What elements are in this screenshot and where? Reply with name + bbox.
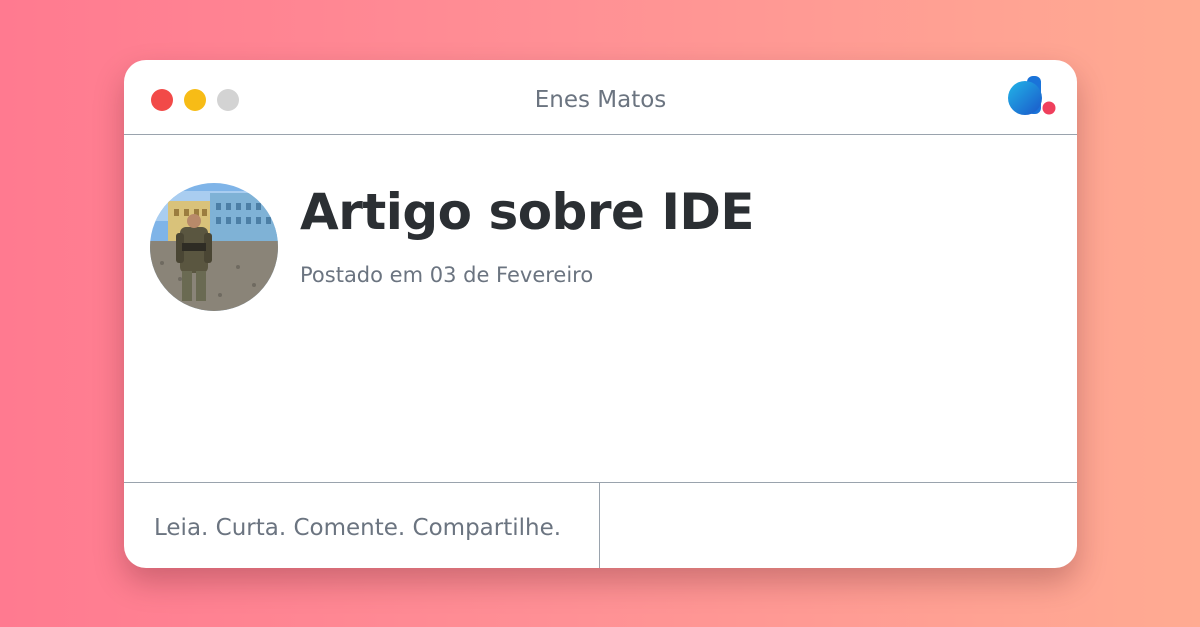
card-footer: Leia. Curta. Comente. Compartilhe.	[124, 482, 1077, 568]
dev-logo-icon[interactable]	[1007, 76, 1057, 120]
card-window: Enes Matos Artigo sobre IDE Postado em 0…	[124, 60, 1077, 568]
post-title: Artigo sobre IDE	[300, 183, 755, 241]
author-avatar[interactable]	[150, 183, 278, 311]
post-date: Postado em 03 de Fevereiro	[300, 263, 594, 287]
title-bar: Enes Matos	[124, 60, 1077, 135]
footer-left-panel: Leia. Curta. Comente. Compartilhe.	[124, 483, 600, 568]
footer-right-panel	[600, 483, 1077, 568]
window-title: Enes Matos	[534, 87, 667, 113]
post-header: Artigo sobre IDE Postado em 03 de Fevere…	[124, 135, 1077, 482]
footer-tagline: Leia. Curta. Comente. Compartilhe.	[154, 515, 562, 541]
